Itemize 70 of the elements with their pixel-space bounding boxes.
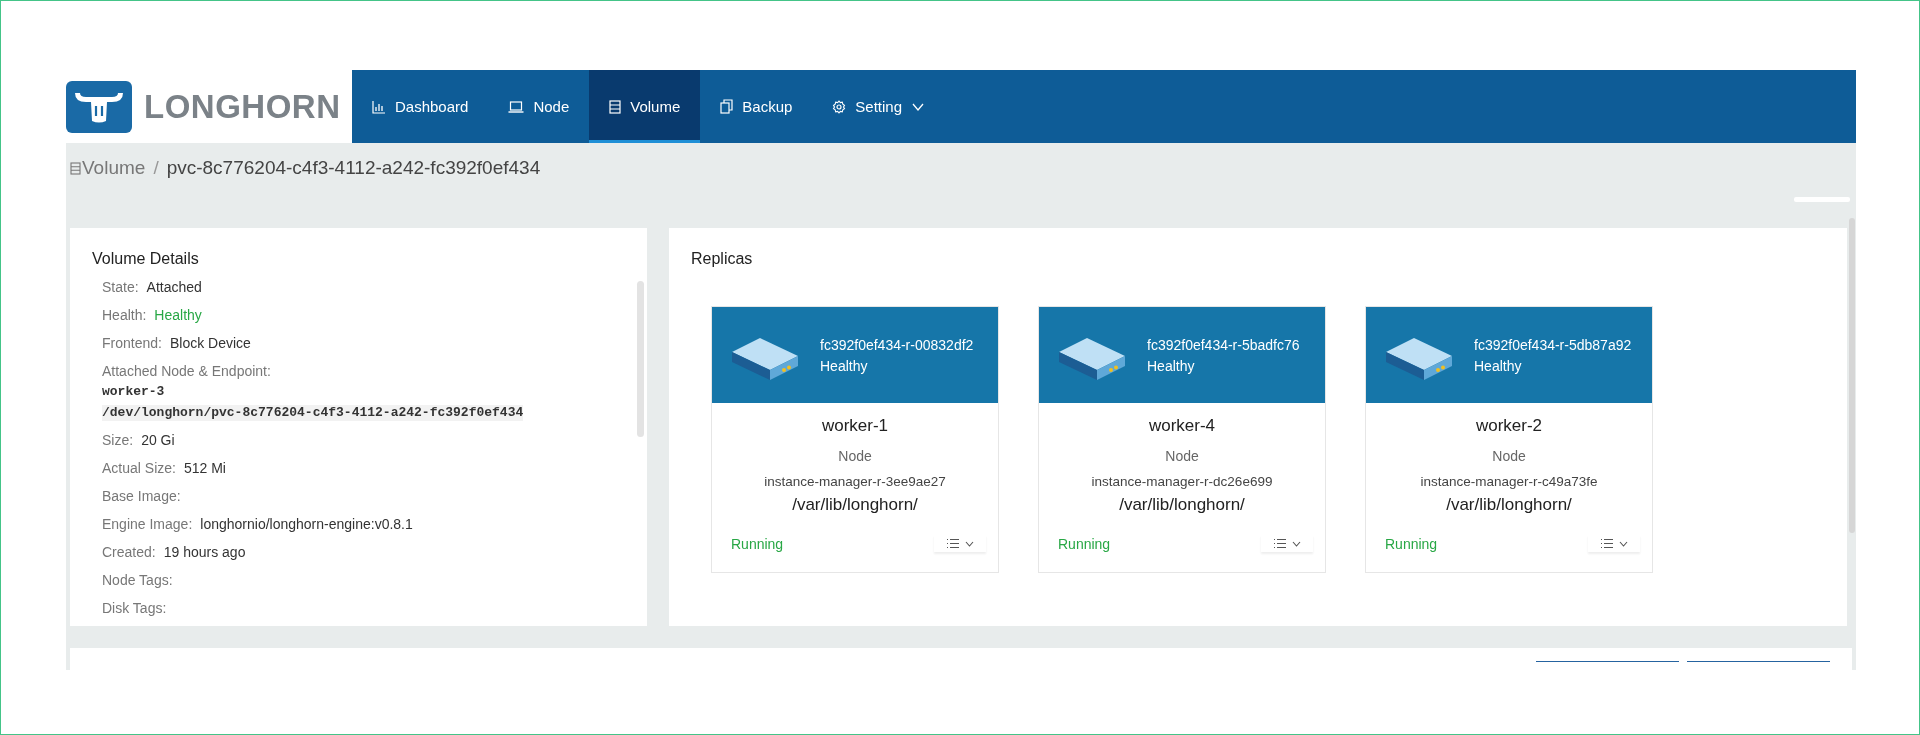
field-label: Frontend: [102,335,162,351]
nav-tab[interactable]: Backup [700,70,813,143]
laptop-icon [508,99,525,114]
actions-menu-button[interactable] [1588,535,1640,552]
settings-icon [832,99,847,114]
field-value: 512 Mi [183,460,226,476]
list-icon [1600,538,1614,549]
field-value: Healthy [154,307,202,323]
database-icon [70,161,81,175]
field-value: Attached [146,279,202,295]
scrollbar[interactable] [1849,218,1855,533]
field-value: 20 Gi [141,432,175,448]
actions-menu-button[interactable] [1261,535,1313,552]
breadcrumb-current: pvc-8c776204-c4f3-4112-a242-fc392f0ef434 [166,157,541,179]
field-label: Size: [102,432,134,448]
node-label: Node [1165,448,1199,464]
field-label: Disk Tags: [102,600,167,616]
field-label: Health: [102,307,147,323]
scrollbar[interactable] [637,281,644,437]
copy-icon [720,99,734,114]
list-icon [1273,538,1287,549]
actions-menu-button[interactable] [934,535,986,552]
replica-health: Healthy [820,357,869,374]
chevron-down-icon [1292,540,1301,547]
field-label: Engine Image: [102,516,193,532]
database-icon [609,99,622,114]
replica-health: Healthy [1147,357,1196,374]
field-label: State: [102,279,139,295]
field-value: 19 hours ago [163,544,246,560]
panel-title: Replicas [691,250,754,268]
node-label: Node [1492,448,1526,464]
chevron-down-icon [912,102,925,111]
endpoint-text: /dev/longhorn/pvc-8c776204-c4f3-4112-a242-fc392f0ef434 [102,405,524,421]
replica-name: fc392f0ef434-r-00832df2 [820,336,974,353]
nav-tab[interactable]: Volume [589,70,701,143]
chevron-down-icon [1619,540,1628,547]
instance-manager-text: instance-manager-r-dc26e699 [1091,474,1273,489]
field-label: Node Tags: [102,572,173,588]
nav-tab[interactable]: Setting [812,70,945,143]
instance-manager-text: instance-manager-r-c49a73fe [1420,474,1598,489]
panel-title: Volume Details [92,250,200,268]
breadcrumb-link[interactable]: Volume [82,157,146,179]
replica-status: Running [1058,535,1111,552]
breadcrumb-separator: / [153,157,159,179]
instance-manager-text: instance-manager-r-3ee9ae27 [764,474,946,489]
endpoint-text: worker-3 [102,384,166,400]
bar-chart-icon [372,99,386,114]
field-label: Actual Size: [102,460,176,476]
replica-health: Healthy [1474,357,1523,374]
data-path: /var/lib/longhorn/ [1446,495,1572,515]
node-name: worker-4 [1148,416,1216,436]
logo-text: LONGHORN [144,87,341,126]
chevron-down-icon [965,540,974,547]
replica-name: fc392f0ef434-r-5db87a92 [1474,336,1632,353]
field-value: Block Device [169,335,251,351]
nav-tab[interactable]: Node [488,70,590,143]
field-label: Base Image: [102,488,181,504]
replica-status: Running [1385,535,1438,552]
field-value: longhornio/longhorn-engine:v0.8.1 [200,516,413,532]
node-name: worker-1 [821,416,889,436]
field-label: Attached Node & Endpoint: [102,363,272,380]
node-label: Node [838,448,872,464]
field-label: Created: [102,544,156,560]
data-path: /var/lib/longhorn/ [792,495,918,515]
replica-status: Running [731,535,784,552]
list-icon [946,538,960,549]
node-name: worker-2 [1475,416,1543,436]
replica-name: fc392f0ef434-r-5badfc76 [1147,336,1300,353]
data-path: /var/lib/longhorn/ [1119,495,1245,515]
nav-tab[interactable]: Dashboard [352,70,489,143]
